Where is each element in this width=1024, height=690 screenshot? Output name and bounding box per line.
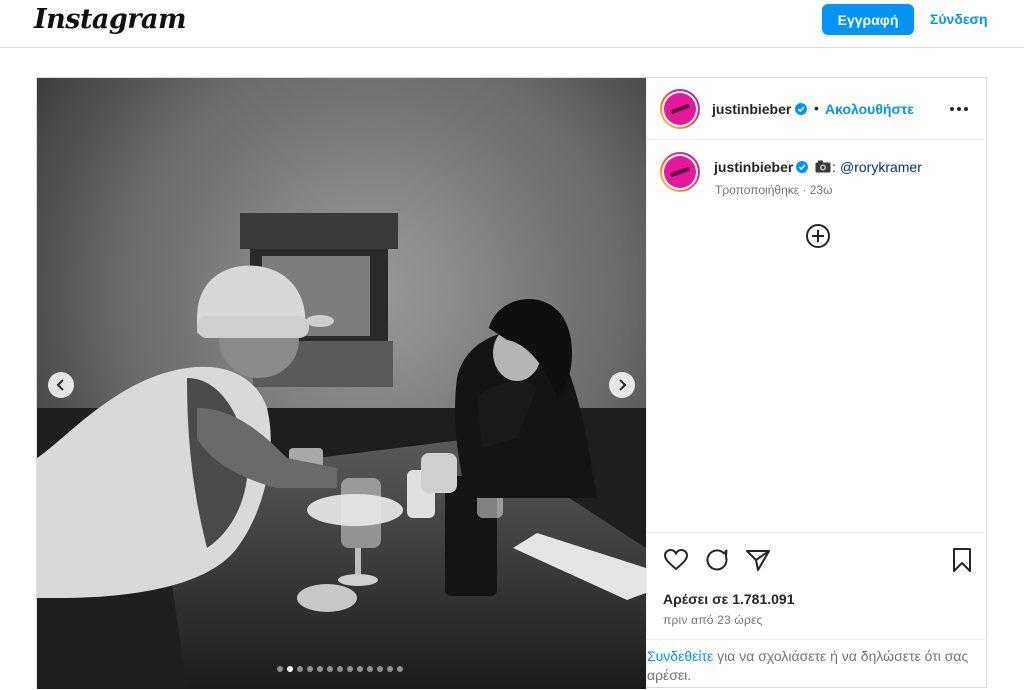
caption-username[interactable]: justinbieber (714, 159, 793, 175)
likes-count[interactable]: Αρέσει σε 1.781.091 (663, 591, 794, 607)
post-card: justinbieber • Ακολουθήστε justinbieber (36, 77, 988, 689)
signup-button[interactable]: Εγγραφή (822, 4, 914, 35)
top-navigation-bar: Instagram Εγγραφή Σύνδεση (0, 0, 1024, 48)
carousel-dot (317, 666, 323, 672)
carousel-dot (287, 666, 293, 672)
carousel-dot (337, 666, 343, 672)
carousel-dot (307, 666, 313, 672)
post-header: justinbieber • Ακολουθήστε (647, 78, 988, 140)
post-timestamp[interactable]: πριν από 23 ώρες (663, 613, 763, 627)
carousel-dot (387, 666, 393, 672)
carousel-dot (297, 666, 303, 672)
photo-illustration (37, 78, 646, 689)
caption-colon: : (832, 159, 836, 175)
carousel-dot (357, 666, 363, 672)
chevron-right-icon (619, 379, 627, 391)
add-circle-icon[interactable] (805, 223, 831, 249)
post-sidebar: justinbieber • Ακολουθήστε justinbieber (646, 78, 988, 689)
follow-button[interactable]: Ακολουθήστε (825, 101, 914, 117)
carousel-previous-button[interactable] (48, 372, 74, 398)
carousel-dot (347, 666, 353, 672)
share-icon[interactable] (745, 547, 771, 573)
author-avatar[interactable] (660, 89, 700, 129)
carousel-dot (397, 666, 403, 672)
comment-icon[interactable] (704, 547, 730, 573)
caption-avatar[interactable] (660, 152, 700, 192)
carousel-indicator (277, 666, 403, 672)
caption-mention[interactable]: @rorykramer (840, 159, 922, 175)
chevron-left-icon (56, 379, 64, 391)
instagram-logo[interactable]: Instagram (34, 4, 187, 35)
camera-icon (815, 160, 831, 173)
more-options-icon[interactable] (949, 99, 969, 119)
login-prompt-link[interactable]: Συνδεθείτε (647, 648, 713, 664)
carousel-dot (277, 666, 283, 672)
bookmark-icon[interactable] (949, 547, 975, 573)
post-actions: Αρέσει σε 1.781.091 πριν από 23 ώρες Συν… (647, 532, 988, 689)
author-username[interactable]: justinbieber (712, 101, 791, 117)
heart-icon[interactable] (663, 547, 689, 573)
carousel-dot (327, 666, 333, 672)
caption-edited-time: Τροποποιήθηκε · 23ω (715, 183, 833, 197)
carousel-next-button[interactable] (609, 372, 635, 398)
carousel-dot (367, 666, 373, 672)
separator-dot: • (814, 100, 819, 116)
login-link[interactable]: Σύνδεση (930, 11, 988, 27)
verified-badge-icon (795, 103, 807, 115)
verified-badge-icon (796, 161, 808, 173)
post-photo[interactable] (37, 78, 646, 689)
login-prompt: Συνδεθείτε για να σχολιάσετε ή να δηλώσε… (647, 639, 988, 690)
carousel-dot (377, 666, 383, 672)
